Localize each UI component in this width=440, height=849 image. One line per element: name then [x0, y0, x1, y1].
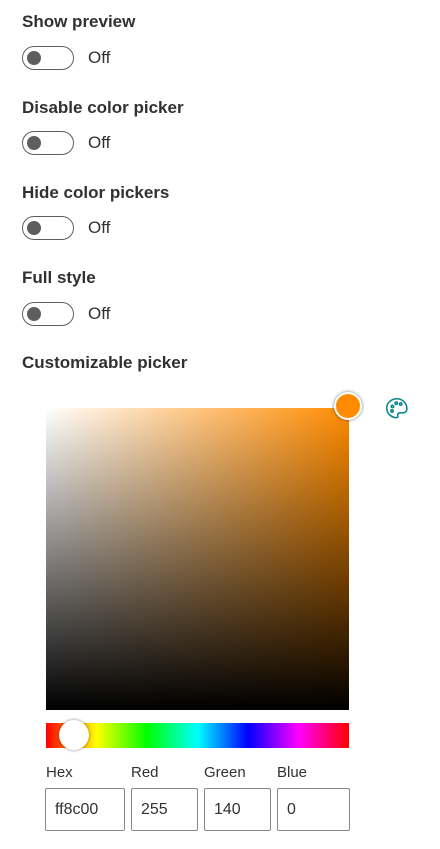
full-style-state: Off [88, 304, 111, 323]
full-style-row: Off [22, 300, 110, 328]
hide-color-pickers-row: Off [22, 214, 110, 242]
full-style-toggle[interactable] [22, 302, 74, 326]
disable-color-picker-row: Off [22, 129, 110, 157]
red-label: Red [131, 764, 159, 781]
palette-icon[interactable] [384, 396, 410, 422]
toggle-knob [27, 306, 41, 321]
green-label: Green [204, 764, 246, 781]
show-preview-state: Off [88, 48, 111, 67]
toggle-knob [27, 220, 41, 235]
blue-input[interactable] [277, 788, 350, 831]
color-thumb[interactable] [334, 392, 362, 420]
disable-color-picker-label: Disable color picker [22, 98, 184, 117]
show-preview-toggle[interactable] [22, 46, 74, 70]
hue-slider-thumb[interactable] [59, 720, 89, 750]
hex-label: Hex [46, 764, 73, 781]
toggle-knob [27, 135, 41, 150]
green-input[interactable] [204, 788, 271, 831]
hide-color-pickers-toggle[interactable] [22, 216, 74, 240]
saturation-value-area[interactable] [46, 408, 349, 710]
red-input[interactable] [131, 788, 198, 831]
hide-color-pickers-label: Hide color pickers [22, 183, 170, 202]
full-style-label: Full style [22, 268, 96, 287]
toggle-knob [27, 50, 41, 65]
show-preview-row: Off [22, 44, 110, 72]
hue-slider[interactable] [46, 723, 349, 748]
customizable-picker-title: Customizable picker [22, 353, 188, 372]
show-preview-label: Show preview [22, 12, 136, 31]
disable-color-picker-toggle[interactable] [22, 131, 74, 155]
blue-label: Blue [277, 764, 308, 781]
hex-input[interactable] [45, 788, 125, 831]
hide-color-pickers-state: Off [88, 218, 111, 237]
disable-color-picker-state: Off [88, 133, 111, 152]
